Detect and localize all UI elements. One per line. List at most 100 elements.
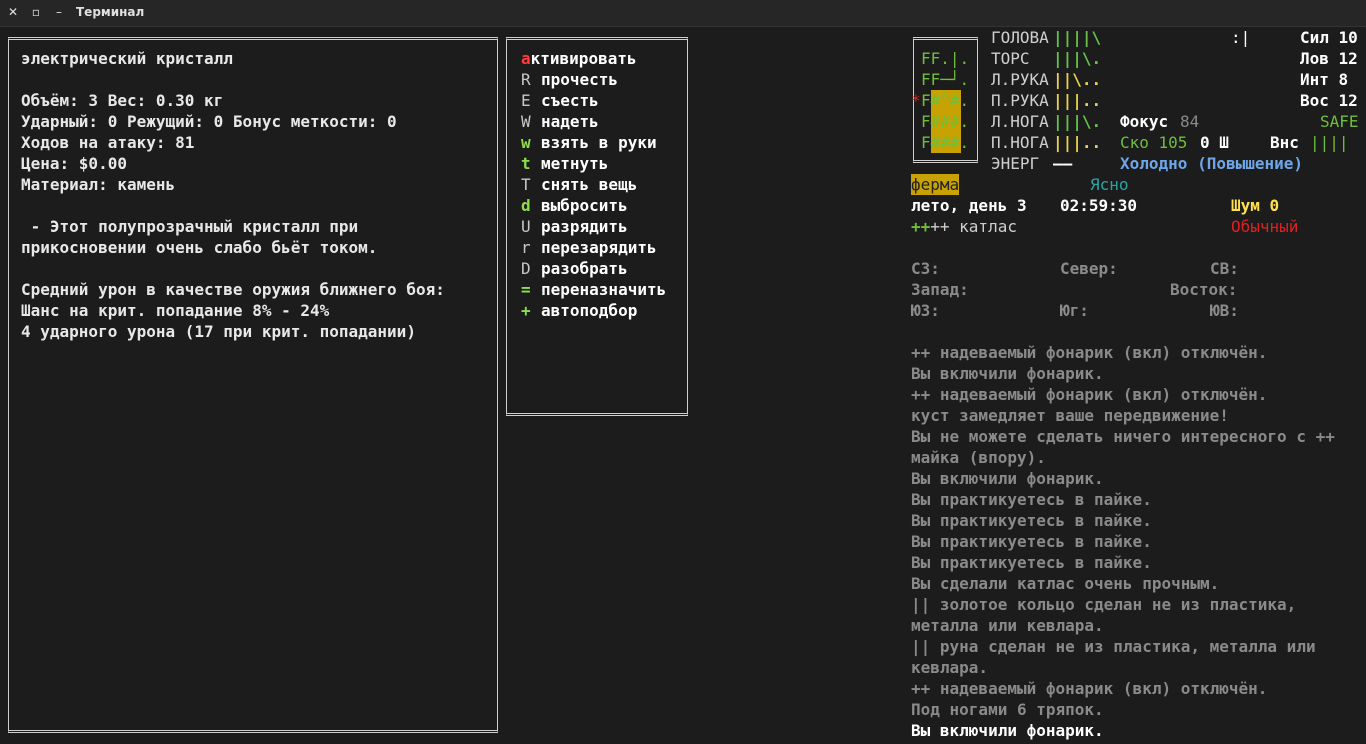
stat-intelligence: Инт 8	[1300, 70, 1349, 89]
menu-item-label: метнуть	[541, 154, 609, 173]
menu-item-hotkey: D	[521, 259, 531, 278]
menu-item-0[interactable]: aктивировать	[521, 48, 637, 69]
body-part-health-bar: ||||\	[1053, 28, 1102, 47]
menu-item-7[interactable]: d выбросить	[521, 195, 628, 216]
menu-item-12[interactable]: + автоподбор	[521, 300, 637, 321]
menu-item-hotkey: =	[521, 280, 531, 299]
wielded-item: ++++ катлас	[911, 217, 1017, 236]
item-price: Цена: $0.00	[21, 154, 127, 173]
log-message: Вы не можете сделать ничего интересного …	[911, 427, 1335, 446]
body-part-name: ЭНЕРГ	[991, 154, 1040, 173]
log-message: Вы практикуетесь в пайке.	[911, 490, 1152, 509]
mood-indicator: :|	[1231, 28, 1251, 47]
menu-item-3[interactable]: Wнадеть	[521, 111, 599, 132]
stat-strength: Сил 10	[1300, 28, 1358, 47]
move-mode-label: Обычный	[1231, 217, 1299, 236]
body-part-name: Л.РУКА	[991, 70, 1049, 89]
menu-item-hotkey: t	[521, 154, 531, 173]
window-titlebar: ✕ ▫ – Терминал	[0, 0, 1366, 27]
menu-item-hotkey: d	[521, 196, 531, 215]
log-message: Вы практикуетесь в пайке.	[911, 532, 1152, 551]
menu-item-5[interactable]: t метнуть	[521, 153, 608, 174]
melee-info-line: Средний урон в качестве оружия ближнего …	[21, 280, 445, 299]
log-message: ++ надеваемый фонарик (вкл) отключён.	[911, 679, 1268, 698]
item-name: электрический кристалл	[21, 49, 233, 68]
menu-item-9[interactable]: r перезарядить	[521, 237, 657, 258]
menu-item-label: снять вещь	[541, 175, 638, 194]
compass-n: Север:	[1060, 259, 1118, 278]
minimize-icon[interactable]: –	[52, 5, 66, 19]
speed-value: Ско 105	[1120, 133, 1188, 152]
menu-item-1[interactable]: Rпрочесть	[521, 69, 618, 90]
compass-e: Восток:	[1170, 280, 1238, 299]
menu-item-label: автоподбор	[541, 301, 638, 320]
portrait-row: F###.	[921, 111, 970, 132]
body-part-health-bar: |||\.	[1053, 112, 1102, 131]
stat-perception: Вос 12	[1300, 91, 1358, 110]
item-damage: Ударный: 0 Режущий: 0 Бонус меткости: 0	[21, 112, 397, 131]
item-description-line: прикосновении очень слабо бьёт током.	[21, 238, 378, 257]
menu-item-label: съесть	[541, 91, 599, 110]
date: лето, день 3	[911, 196, 1027, 215]
menu-item-hotkey: U	[521, 217, 531, 236]
menu-item-10[interactable]: Dразобрать	[521, 258, 628, 279]
compass-ne: СВ:	[1210, 259, 1239, 278]
body-part-health-bar: ——	[1053, 154, 1073, 173]
log-message: Вы включили фонарик.	[911, 721, 1104, 740]
body-part-name: П.НОГА	[991, 133, 1049, 152]
safe-indicator: SAFE	[1320, 112, 1359, 131]
will-label: Внс	[1270, 133, 1299, 152]
portrait-row: FF─┘.	[921, 70, 970, 89]
menu-item-4[interactable]: w взять в руки	[521, 132, 657, 153]
menu-item-label: переназначить	[541, 280, 667, 299]
item-description-line: - Этот полупрозрачный кристалл при	[21, 217, 359, 236]
body-part-health-bar: |||..	[1053, 133, 1102, 152]
compass-se: ЮВ:	[1210, 301, 1239, 320]
menu-item-6[interactable]: Tснять вещь	[521, 174, 637, 195]
menu-item-hotkey: T	[521, 175, 531, 194]
log-message: майка (впору).	[911, 448, 1046, 467]
menu-item-hotkey: r	[521, 238, 531, 257]
menu-item-2[interactable]: Eсъесть	[521, 90, 599, 111]
menu-item-8[interactable]: Uразрядить	[521, 216, 628, 237]
portrait-row: FF.|.	[921, 49, 970, 68]
log-message: || золотое кольцо сделан не из пластика,	[911, 595, 1297, 614]
menu-item-label: выбросить	[541, 196, 628, 215]
time: 02:59:30	[1060, 196, 1138, 215]
portrait-row: F###.	[921, 132, 970, 153]
log-message: Вы практикуетесь в пайке.	[911, 511, 1152, 530]
menu-item-label: перезарядить	[541, 238, 657, 257]
portrait-row: F#^#.	[921, 90, 970, 111]
log-message: металла или кевлара.	[911, 616, 1104, 635]
body-part-health-bar: ||\..	[1053, 70, 1102, 89]
close-icon[interactable]: ✕	[6, 5, 20, 19]
body-part-name: П.РУКА	[991, 91, 1049, 110]
log-message: Под ногами 6 тряпок.	[911, 700, 1104, 719]
focus-value: 84	[1180, 112, 1200, 131]
temperature-status: Холодно (Повышение)	[1120, 154, 1304, 173]
log-message: кевлара.	[911, 658, 989, 677]
body-part-health-bar: |||\.	[1053, 49, 1102, 68]
menu-item-hotkey: w	[521, 133, 531, 152]
log-message: ++ надеваемый фонарик (вкл) отключён.	[911, 343, 1268, 362]
body-part-name: Л.НОГА	[991, 112, 1049, 131]
focus-label: Фокус	[1120, 112, 1169, 131]
log-message: Вы включили фонарик.	[911, 364, 1104, 383]
maximize-icon[interactable]: ▫	[29, 5, 43, 19]
menu-item-label: ктивировать	[530, 49, 637, 68]
melee-info-line: 4 ударного урона (17 при крит. попадании…	[21, 322, 416, 341]
menu-item-hotkey: W	[521, 112, 531, 131]
wielded-item-name: ++ катлас	[930, 217, 1017, 236]
item-moves: Ходов на атаку: 81	[21, 133, 195, 152]
menu-item-label: разрядить	[541, 217, 628, 236]
menu-item-hotkey: R	[521, 70, 531, 89]
menu-item-label: разобрать	[541, 259, 628, 278]
move-mode: 0 Ш	[1200, 133, 1229, 152]
menu-item-11[interactable]: = переназначить	[521, 279, 666, 300]
menu-item-hotkey: +	[521, 301, 531, 320]
log-message: Вы сделали катлас очень прочным.	[911, 574, 1220, 593]
log-message: || руна сделан не из пластика, металла и…	[911, 637, 1316, 656]
window-title: Терминал	[76, 5, 145, 19]
weather: Ясно	[1090, 175, 1129, 194]
log-message: Вы включили фонарик.	[911, 469, 1104, 488]
